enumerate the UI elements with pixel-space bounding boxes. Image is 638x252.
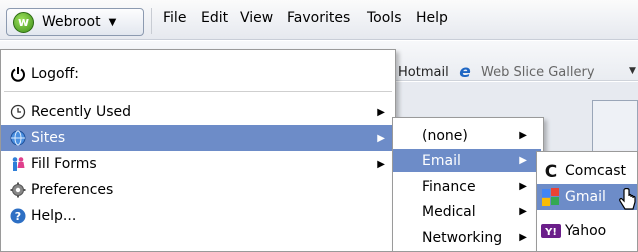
menu-item-label: Email	[422, 152, 461, 169]
menu-view[interactable]: View	[240, 10, 273, 26]
menu-item-sites[interactable]: Sites ▶	[1, 125, 393, 151]
menu-item-label: (none)	[422, 127, 468, 144]
menu-item-help[interactable]: ? Help...	[1, 203, 393, 229]
chevron-down-icon: ▼	[108, 16, 117, 28]
menu-item-label: Networking	[422, 229, 503, 246]
menubar-divider	[151, 8, 152, 34]
power-icon	[9, 65, 27, 83]
menu-item-label: Medical	[422, 203, 476, 220]
email-item-comcast[interactable]: C Comcast	[537, 158, 637, 184]
chevron-right-icon: ▶	[519, 130, 527, 141]
people-icon	[9, 155, 27, 173]
menu-item-label: Sites	[31, 130, 66, 146]
chevron-down-icon[interactable]: ▼	[629, 66, 636, 76]
chevron-right-icon: ▶	[377, 132, 385, 144]
chevron-right-icon: ▶	[519, 232, 527, 243]
menu-tools[interactable]: Tools	[367, 10, 402, 26]
menu-item-recently-used[interactable]: Recently Used ▶	[1, 99, 393, 125]
menu-item-label: Fill Forms	[31, 156, 97, 172]
sites-item-none[interactable]: (none) ▶	[393, 124, 541, 147]
menu-item-label: Yahoo	[565, 223, 607, 239]
svg-text:Y!: Y!	[544, 227, 557, 238]
menu-edit[interactable]: Edit	[201, 10, 228, 26]
internet-explorer-icon: e	[459, 62, 471, 82]
svg-text:?: ?	[15, 210, 21, 223]
chevron-right-icon: ▶	[519, 181, 527, 192]
chevron-right-icon: ▶	[377, 158, 385, 170]
menu-item-label: Comcast	[565, 163, 627, 179]
globe-icon	[9, 129, 27, 147]
svg-text:C: C	[545, 162, 557, 180]
favorite-web-slice-gallery[interactable]: Web Slice Gallery	[481, 65, 595, 80]
menu-item-label: Preferences	[31, 182, 114, 198]
sites-item-email[interactable]: Email ▶	[393, 149, 541, 172]
sites-item-medical[interactable]: Medical ▶	[393, 200, 541, 223]
favorite-hotmail[interactable]: Hotmail	[398, 65, 449, 80]
yahoo-icon: Y!	[541, 221, 561, 241]
help-icon: ?	[9, 207, 27, 225]
menu-item-logoff[interactable]: Logoff:	[1, 61, 393, 87]
sites-item-networking[interactable]: Networking ▶	[393, 226, 541, 249]
menu-help[interactable]: Help	[416, 10, 448, 26]
comcast-icon: C	[541, 161, 561, 181]
menu-item-label: Recently Used	[31, 104, 132, 120]
google-icon	[541, 187, 561, 207]
menu-item-label: Logoff:	[31, 66, 79, 82]
menu-favorites[interactable]: Favorites	[287, 10, 350, 26]
hand-cursor-icon	[619, 188, 636, 210]
clock-icon	[9, 103, 27, 121]
gear-icon	[9, 181, 27, 199]
webroot-menu-button[interactable]: w Webroot ▼	[6, 8, 144, 36]
webroot-logo-icon: w	[13, 11, 34, 33]
menu-separator	[4, 91, 392, 92]
email-item-yahoo[interactable]: Y! Yahoo	[537, 218, 637, 244]
webroot-label: Webroot	[42, 14, 101, 30]
menu-item-preferences[interactable]: Preferences	[1, 177, 393, 203]
menu-item-label: Finance	[422, 178, 476, 195]
sites-item-finance[interactable]: Finance ▶	[393, 175, 541, 198]
menu-item-label: Help...	[31, 208, 77, 224]
menu-item-fill-forms[interactable]: Fill Forms ▶	[1, 151, 393, 177]
chevron-right-icon: ▶	[519, 155, 527, 166]
menu-file[interactable]: File	[163, 10, 186, 26]
menu-item-label: Gmail	[565, 189, 606, 205]
chevron-right-icon: ▶	[519, 206, 527, 217]
chevron-right-icon: ▶	[377, 106, 385, 118]
